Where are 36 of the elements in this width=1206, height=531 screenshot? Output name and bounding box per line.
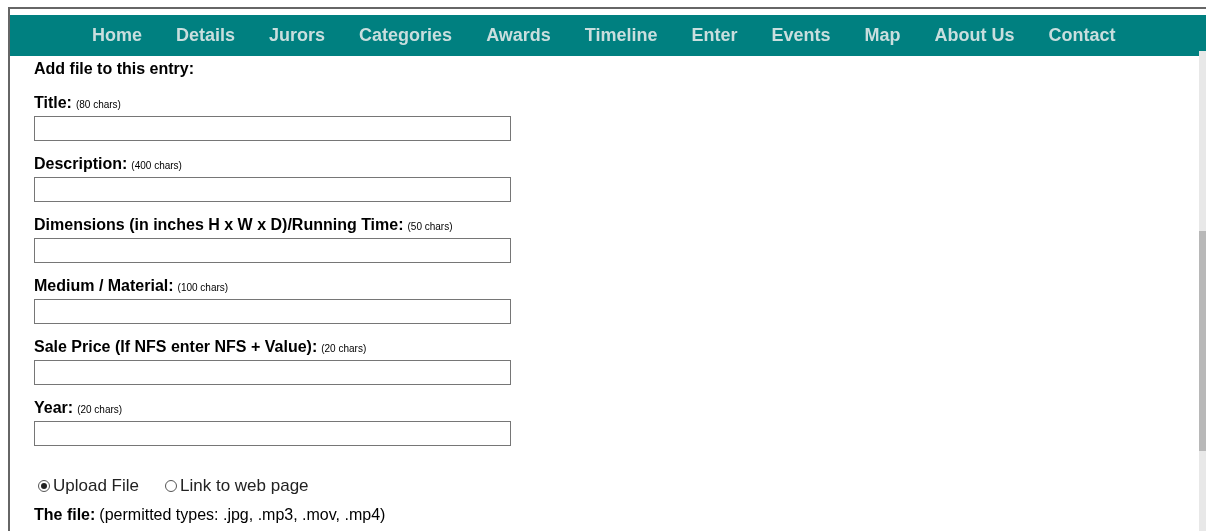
nav-link[interactable]: Events <box>771 25 831 46</box>
field-hint: (100 chars) <box>177 282 229 293</box>
field-hint: (400 chars) <box>131 160 182 171</box>
field-label: Title: <box>34 94 72 112</box>
scrollbar-thumb[interactable] <box>1199 231 1206 451</box>
nav-link[interactable]: Jurors <box>269 25 326 46</box>
text-input[interactable] <box>34 421 511 446</box>
field-hint: (80 chars) <box>75 99 121 110</box>
nav-link[interactable]: Details <box>176 25 236 46</box>
text-input[interactable] <box>34 177 511 202</box>
nav-link[interactable]: Timeline <box>584 25 658 46</box>
field-hint: (20 chars) <box>321 343 367 354</box>
nav-link[interactable]: Enter <box>691 25 738 46</box>
nav-link[interactable]: Contact <box>1048 25 1116 46</box>
field-hint: (20 chars) <box>77 404 123 415</box>
text-input[interactable] <box>34 360 511 385</box>
field-label: Year: <box>34 399 74 417</box>
nav-link[interactable]: Categories <box>359 25 453 46</box>
nav-link[interactable]: Home <box>92 25 142 46</box>
nav-link[interactable]: Awards <box>486 25 551 46</box>
text-input[interactable] <box>34 238 511 263</box>
field-hint: (50 chars) <box>407 221 453 232</box>
text-input[interactable] <box>34 116 511 141</box>
file-label: The file: <box>34 506 96 523</box>
radio-option[interactable]: Link to web page <box>165 476 309 496</box>
file-types-note: (permitted types: .jpg, .mp3, .mov, .mp4) <box>99 506 386 523</box>
scrollbar[interactable] <box>1199 51 1206 531</box>
field-label: Medium / Material: <box>34 277 174 295</box>
section-heading: Add file to this entry: <box>34 60 195 79</box>
radio-option[interactable]: Upload File <box>38 476 139 496</box>
field-label: Dimensions (in inches H x W x D)/Running Time: <box>34 216 404 234</box>
field-label: Description: <box>34 155 128 173</box>
nav-link[interactable]: Map <box>864 25 901 46</box>
field-label: Sale Price (If NFS enter NFS + Value): <box>34 338 318 356</box>
text-input[interactable] <box>34 299 511 324</box>
nav-link[interactable]: About Us <box>934 25 1015 46</box>
